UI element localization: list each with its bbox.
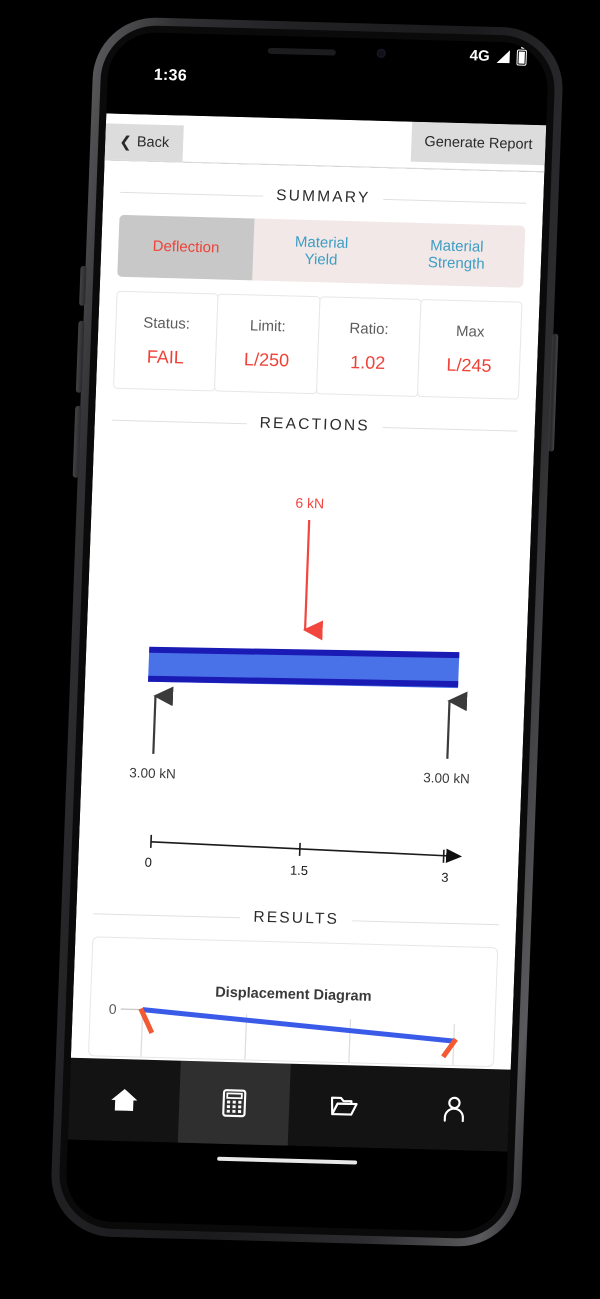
front-camera-icon <box>376 48 386 58</box>
metric-status-value: FAIL <box>146 346 185 368</box>
phone-device: 1:36 4G ❮ Back Generate Report SUMMARY D… <box>49 16 565 1248</box>
results-section-header: RESULTS <box>93 904 500 933</box>
displacement-curve <box>142 1007 455 1044</box>
signal-bars-icon <box>496 50 510 64</box>
tab-material-yield[interactable]: Material Yield <box>252 218 390 284</box>
page-content[interactable]: SUMMARY Deflection Material Yield Materia… <box>70 160 545 1070</box>
metric-ratio-value: 1.02 <box>349 351 386 373</box>
earpiece-speaker <box>267 47 336 56</box>
left-reaction-label: 3.00 kN <box>129 765 176 781</box>
screenshot-stage: 1:36 4G ❮ Back Generate Report SUMMARY D… <box>0 0 600 1299</box>
grid-line-2 <box>348 1019 352 1065</box>
displacement-chart-svg: 0 <box>109 1001 458 1068</box>
home-indicator[interactable] <box>217 1156 358 1165</box>
axis-tick-0: 0 <box>144 855 152 870</box>
divider-right <box>382 426 518 432</box>
summary-section-header: SUMMARY <box>120 183 527 212</box>
summary-tabs[interactable]: Deflection Material Yield Material Strengt… <box>117 214 526 288</box>
home-icon <box>111 1088 138 1111</box>
bottom-nav-calculator[interactable] <box>177 1060 291 1146</box>
results-heading: RESULTS <box>253 908 340 928</box>
divider-left <box>120 191 264 197</box>
left-reaction-arrow <box>152 686 174 754</box>
status-bar-time: 1:36 <box>153 66 188 85</box>
metric-status: Status: FAIL <box>112 290 219 392</box>
navbar-spacer <box>182 115 413 168</box>
divider-left <box>93 912 241 918</box>
beam-diagram-svg: 6 kN 3.00 kN 3.00 kN 0 1.5 3 <box>129 495 470 884</box>
tab-material-yield-label: Material Yield <box>294 233 349 269</box>
metric-ratio-label: Ratio: <box>349 319 389 338</box>
phone-screen: 1:36 4G ❮ Back Generate Report SUMMARY D… <box>64 31 550 1233</box>
calculator-icon <box>222 1089 247 1118</box>
right-reaction-arrow <box>446 691 468 759</box>
battery-icon <box>516 48 528 66</box>
bottom-nav-profile[interactable] <box>398 1067 511 1152</box>
tab-deflection[interactable]: Deflection <box>117 214 255 281</box>
tab-deflection-label: Deflection <box>152 238 220 257</box>
tab-material-strength-label: Material Strength <box>427 236 485 273</box>
generate-report-button[interactable]: Generate Report <box>410 121 547 166</box>
metric-limit-label: Limit: <box>249 316 287 335</box>
reactions-heading: REACTIONS <box>259 414 371 435</box>
chevron-left-icon: ❮ <box>119 133 133 151</box>
reactions-section-header: REACTIONS <box>111 411 518 440</box>
summary-metrics: Status: FAIL Limit: L/250 Ratio: 1.02 Ma… <box>112 290 523 400</box>
tab-material-strength[interactable]: Material Strength <box>388 222 526 288</box>
status-bar-indicators: 4G <box>469 47 528 66</box>
metric-max-value: L/245 <box>446 354 492 376</box>
point-load-label: 6 kN <box>295 495 324 512</box>
axis-tick-3: 3 <box>441 870 449 883</box>
divider-right <box>352 919 500 925</box>
point-load-arrow <box>302 519 324 641</box>
right-reaction-label: 3.00 kN <box>423 770 470 786</box>
bottom-nav-files[interactable] <box>288 1064 401 1149</box>
folder-open-icon <box>330 1096 358 1116</box>
notch <box>233 34 425 73</box>
summary-heading: SUMMARY <box>275 187 371 207</box>
displacement-diagram-card[interactable]: Displacement Diagram 0 <box>87 936 499 1068</box>
bottom-navigation[interactable] <box>67 1057 511 1152</box>
divider-right <box>383 198 527 204</box>
bottom-nav-home[interactable] <box>68 1058 181 1143</box>
back-button[interactable]: ❮ Back <box>104 123 184 162</box>
status-bar: 1:36 4G <box>106 31 550 126</box>
metric-limit-value: L/250 <box>243 348 290 370</box>
metric-status-label: Status: <box>142 313 191 333</box>
span-axis: 0 1.5 3 <box>144 834 463 883</box>
metric-limit: Limit: L/250 <box>214 293 321 395</box>
metric-max-label: Max <box>455 322 485 341</box>
back-button-label: Back <box>136 134 170 152</box>
displacement-y-label: 0 <box>109 1001 118 1017</box>
network-type-label: 4G <box>469 47 491 65</box>
person-icon <box>443 1096 464 1123</box>
metric-ratio: Ratio: 1.02 <box>315 296 422 397</box>
beam-reaction-diagram: 6 kN 3.00 kN 3.00 kN 0 1.5 3 <box>94 443 516 894</box>
beam-graphic <box>148 646 460 689</box>
divider-left <box>111 419 247 424</box>
metric-max: Max L/245 <box>416 298 523 400</box>
axis-tick-1-5: 1.5 <box>290 863 309 878</box>
